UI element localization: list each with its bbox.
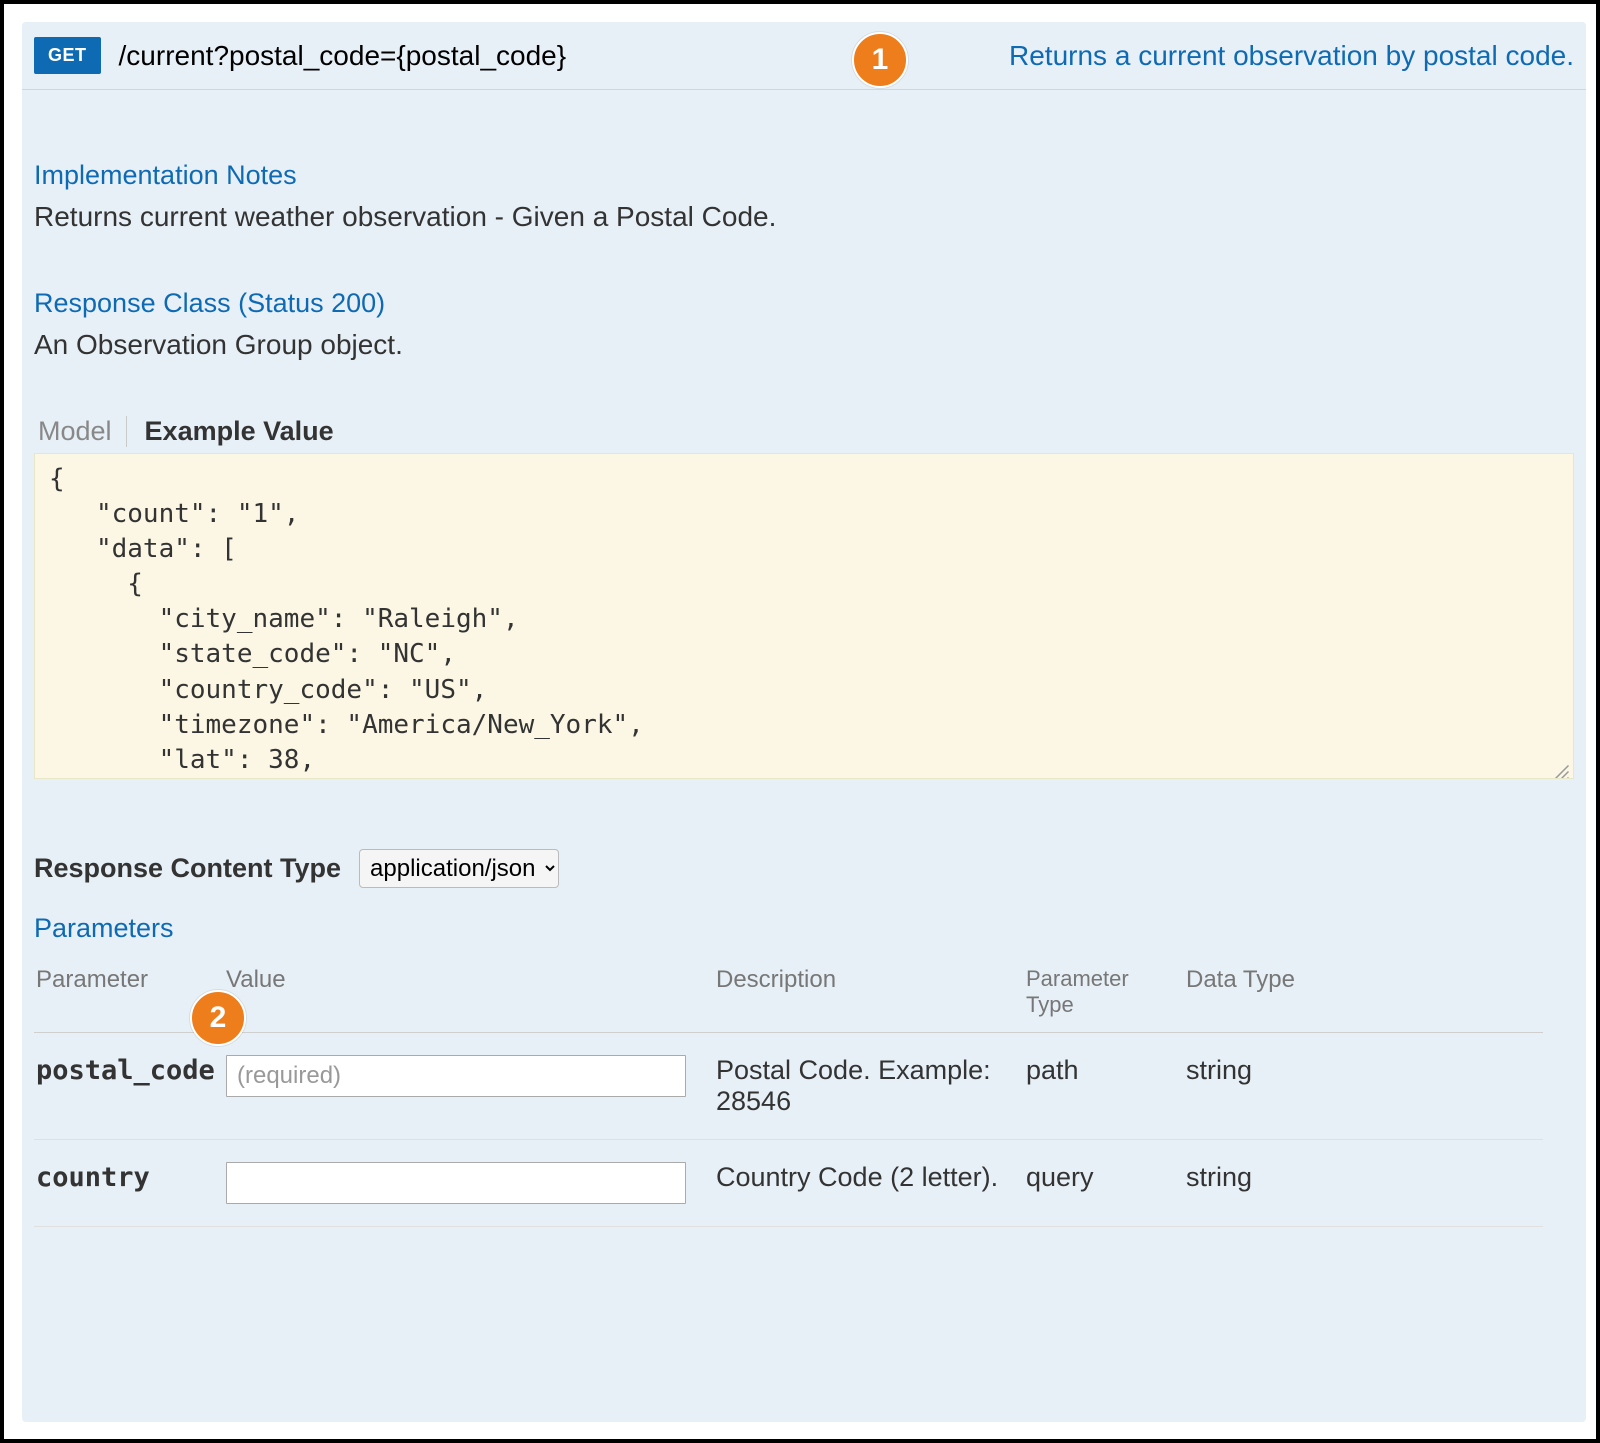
http-method-badge: GET [34,37,101,74]
tab-example-value[interactable]: Example Value [141,416,338,447]
tab-model[interactable]: Model [34,416,127,447]
endpoint-summary: Returns a current observation by postal … [1009,40,1574,72]
param-data-type: string [1184,1140,1543,1227]
col-parameter-type: Parameter Type [1024,956,1184,1033]
parameters-table: Parameter Value Description Parameter Ty… [34,956,1543,1227]
callout-badge-2: 2 [190,990,246,1046]
param-name: postal_code [34,1033,224,1140]
col-description: Description [714,956,1024,1033]
col-data-type: Data Type [1184,956,1543,1033]
response-content-type-select[interactable]: application/json [359,849,559,888]
response-content-type-label: Response Content Type [34,853,341,884]
operation-panel: GET /current?postal_code={postal_code} R… [22,22,1586,1422]
param-name: country [34,1140,224,1227]
example-value-json[interactable]: { "count": "1", "data": [ { "city_name":… [34,453,1574,779]
param-type: path [1024,1033,1184,1140]
app-frame: GET /current?postal_code={postal_code} R… [0,0,1600,1443]
table-row: country Country Code (2 letter). query s… [34,1140,1543,1227]
param-data-type: string [1184,1033,1543,1140]
response-class-heading: Response Class (Status 200) [34,288,1574,319]
implementation-notes-heading: Implementation Notes [34,160,1574,191]
param-postal-code-field[interactable] [226,1055,686,1097]
param-description: Country Code (2 letter). [714,1140,1024,1227]
param-description: Postal Code. Example: 28546 [714,1033,1024,1140]
response-content-type-row: Response Content Type application/json [34,849,1574,888]
table-row: postal_code Postal Code. Example: 28546 … [34,1033,1543,1140]
resize-handle-icon[interactable] [1552,757,1570,775]
response-schema-tabs: Model Example Value [34,416,1574,447]
col-value: Value [224,956,714,1033]
content-area: GET /current?postal_code={postal_code} R… [22,22,1586,1422]
implementation-notes-body: Returns current weather observation - Gi… [34,201,1574,233]
response-class-body: An Observation Group object. [34,329,1574,361]
param-country-field[interactable] [226,1162,686,1204]
endpoint-path: /current?postal_code={postal_code} [119,40,567,72]
operation-header[interactable]: GET /current?postal_code={postal_code} R… [22,22,1586,90]
parameters-heading: Parameters [34,913,1574,944]
table-header-row: Parameter Value Description Parameter Ty… [34,956,1543,1033]
operation-body: Implementation Notes Returns current wea… [22,90,1586,1227]
callout-badge-1: 1 [852,32,908,88]
param-type: query [1024,1140,1184,1227]
